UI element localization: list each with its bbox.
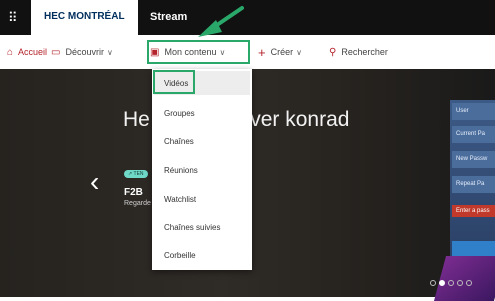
carousel-dot-active[interactable] (439, 280, 445, 286)
hero-card-subtitle: Regarde (124, 200, 151, 207)
side-field-user: User (452, 103, 495, 120)
mon-contenu-dropdown: Vidéos Groupes Chaînes Réunions Watchlis… (152, 69, 252, 270)
menu-item-chaines[interactable]: Chaînes (164, 137, 194, 146)
nav-creer[interactable]: + Créer ∨ (258, 35, 302, 69)
nav-creer-label: Créer (270, 47, 294, 57)
nav-accueil[interactable]: ⌂ Accueil (7, 35, 47, 69)
nav-decouvrir-label: Découvrir (65, 47, 104, 57)
side-field-new: New Passw (452, 151, 495, 168)
nav-accueil-label: Accueil (18, 47, 48, 57)
home-icon: ⌂ (7, 46, 14, 58)
carousel-dot[interactable] (466, 280, 472, 286)
trend-icon: ↗ (128, 171, 133, 177)
videos-highlight (153, 70, 195, 94)
carousel-prev-button[interactable]: ‹ (90, 168, 99, 196)
menu-item-corbeille[interactable]: Corbeille (164, 251, 196, 260)
carousel-dot[interactable] (448, 280, 454, 286)
search-input[interactable]: ⚲ Rechercher (329, 35, 388, 69)
plus-icon: + (258, 44, 266, 60)
carousel-dot[interactable] (430, 280, 436, 286)
side-field-repeat: Repeat Pa (452, 176, 495, 193)
carousel-dot[interactable] (457, 280, 463, 286)
chevron-down-icon: ∨ (296, 47, 302, 57)
brand-logo: HEC MONTRÉAL (44, 11, 125, 22)
nav-decouvrir[interactable]: ▭ Découvrir ∨ (51, 35, 113, 69)
hero-card-title[interactable]: F2B (124, 187, 143, 198)
carousel-dots (430, 280, 472, 286)
top-bar: ⠿ HEC MONTRÉAL Stream (0, 0, 495, 35)
app-title[interactable]: Stream (150, 11, 187, 23)
menu-item-groupes[interactable]: Groupes (164, 109, 195, 118)
side-button (452, 241, 495, 257)
app-launcher-icon[interactable]: ⠿ (8, 11, 22, 25)
chevron-down-icon: ∨ (106, 47, 113, 57)
side-field-current: Current Pa (452, 126, 495, 143)
mon-contenu-highlight (147, 40, 250, 64)
hero-decoration (433, 256, 495, 301)
search-icon: ⚲ (329, 46, 337, 58)
side-field-enter: Enter a pass (452, 205, 495, 217)
menu-item-reunions[interactable]: Réunions (164, 166, 198, 175)
search-placeholder: Rechercher (341, 47, 388, 57)
menu-item-watchlist[interactable]: Watchlist (164, 195, 196, 204)
discover-icon: ▭ (51, 46, 61, 58)
trending-badge: ↗ TEN (124, 170, 148, 178)
menu-item-chaines-suivies[interactable]: Chaînes suivies (164, 223, 220, 232)
trending-badge-label: TEN (133, 171, 144, 177)
